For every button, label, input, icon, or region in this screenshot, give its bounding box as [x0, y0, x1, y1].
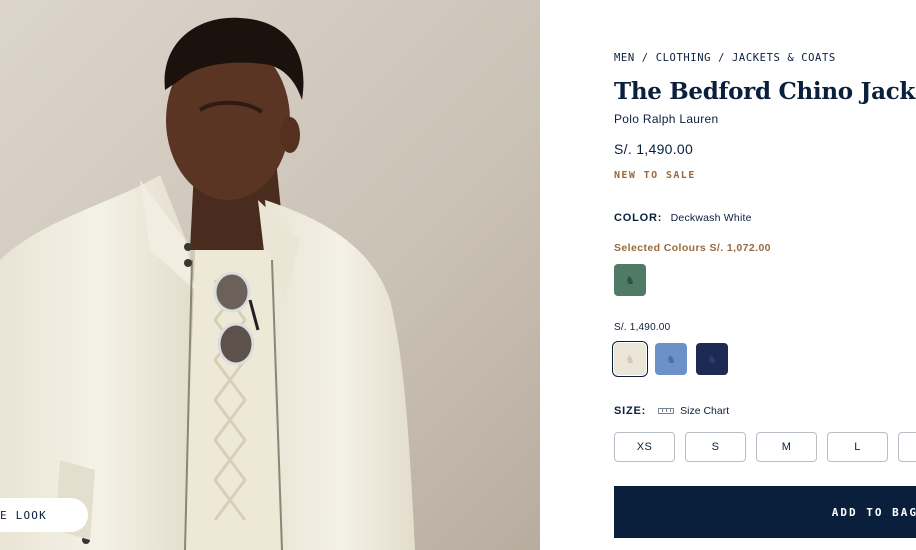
shop-the-look-button[interactable]: E LOOK: [0, 498, 88, 532]
breadcrumb: MEN / CLOTHING / JACKETS & COATS: [614, 52, 836, 64]
sale-colours-price: Selected Colours S/. 1,072.00: [614, 242, 771, 254]
product-brand[interactable]: Polo Ralph Lauren: [614, 112, 719, 126]
size-option-s[interactable]: S: [685, 432, 746, 462]
size-chart-label: Size Chart: [680, 405, 730, 417]
look-button-label: E LOOK: [0, 508, 47, 522]
model-illustration: [0, 0, 540, 550]
sale-badge: NEW TO SALE: [614, 170, 696, 181]
size-chart-link[interactable]: Size Chart: [658, 405, 729, 417]
size-selection-header: SIZE: Size Chart: [614, 405, 729, 417]
ruler-icon: [658, 408, 675, 414]
selected-color-name: Deckwash White: [670, 212, 752, 224]
light-blue-swatch[interactable]: ♞: [655, 343, 687, 375]
polo-pony-icon: ♞: [625, 273, 635, 287]
deckwash-white-swatch[interactable]: ♞: [612, 341, 648, 377]
product-title: The Bedford Chino Jacket: [614, 78, 916, 105]
polo-pony-icon: ♞: [625, 352, 635, 366]
product-price: S/. 1,490.00: [614, 141, 694, 157]
add-to-bag-label: ADD TO BAG: [831, 505, 916, 519]
polo-pony-icon: ♞: [666, 352, 676, 366]
product-info-panel: MEN / CLOTHING / JACKETS & COATS The Bedford…: [612, 0, 916, 550]
color-selection-label: COLOR: Deckwash White: [614, 208, 752, 226]
size-label: SIZE:: [614, 405, 647, 417]
breadcrumb-men[interactable]: MEN: [614, 52, 635, 64]
add-to-bag-button[interactable]: ADD TO BAG: [614, 486, 916, 538]
breadcrumb-clothing[interactable]: CLOTHING: [656, 52, 711, 64]
breadcrumb-separator: /: [641, 52, 649, 64]
green-swatch[interactable]: ♞: [614, 264, 646, 296]
size-option-m[interactable]: M: [756, 432, 817, 462]
size-option-l[interactable]: L: [827, 432, 888, 462]
polo-pony-icon: ♞: [707, 352, 717, 366]
size-option-xl[interactable]: XL: [898, 432, 916, 462]
size-option-xs[interactable]: XS: [614, 432, 675, 462]
product-image: E LOOK: [0, 0, 540, 550]
navy-swatch[interactable]: ♞: [696, 343, 728, 375]
color-label: COLOR:: [614, 212, 663, 224]
breadcrumb-separator: /: [718, 52, 725, 64]
regular-colours-price: S/. 1,490.00: [614, 322, 671, 333]
breadcrumb-jackets-coats[interactable]: JACKETS & COATS: [732, 52, 836, 64]
